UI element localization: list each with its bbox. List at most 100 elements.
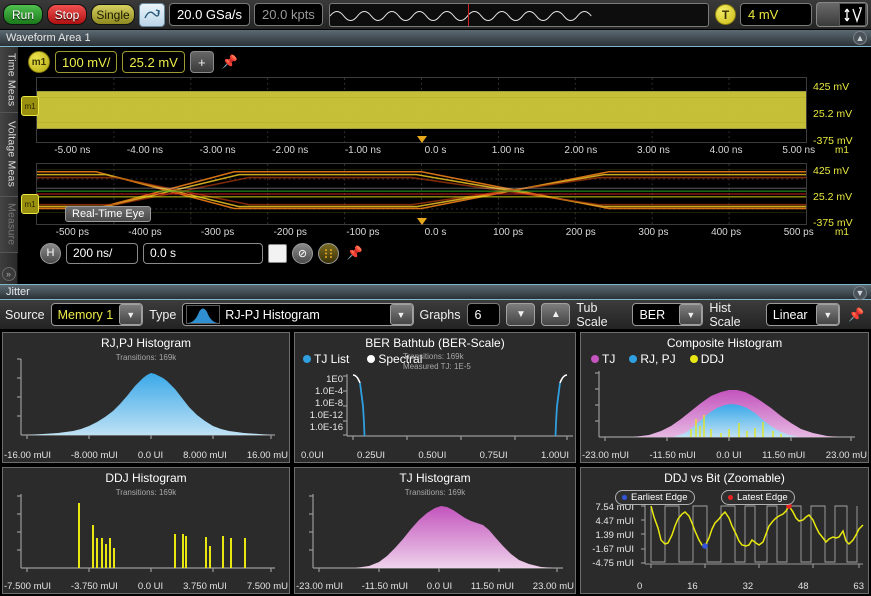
x-tick: 32 bbox=[742, 581, 754, 592]
chevron-down-icon[interactable]: ▼ bbox=[679, 304, 703, 325]
x-tick: 0 bbox=[637, 581, 643, 592]
waveform-main: m1 100 mV/ 25.2 mV + 📌 m1 425 mV 25.2 mV… bbox=[18, 47, 871, 284]
v-label-max: 425 mV bbox=[813, 165, 850, 177]
rjpj-histogram-plot[interactable] bbox=[3, 351, 290, 448]
tub-scale-select[interactable]: BER ▼ bbox=[632, 303, 704, 326]
eye-trigger-marker[interactable] bbox=[416, 218, 427, 225]
eye-ground-marker[interactable]: m1 bbox=[21, 194, 39, 214]
source-select[interactable]: Memory 1 ▼ bbox=[50, 303, 144, 326]
legend-item-ddj[interactable]: DDJ bbox=[689, 352, 724, 366]
source-value: Memory 1 bbox=[57, 307, 114, 322]
chevron-down-icon[interactable]: ▼ bbox=[389, 304, 413, 325]
card-ddj-histogram[interactable]: DDJ Histogram Transitions: 169k -7.500 m… bbox=[2, 467, 290, 594]
x-tick: -23.00 mUI bbox=[582, 450, 629, 461]
trigger-level-field[interactable]: 4 mV bbox=[740, 3, 812, 26]
single-button[interactable]: Single bbox=[91, 4, 135, 25]
no-zoom-icon[interactable]: ⊘ bbox=[292, 242, 313, 264]
ber-bathtub-plot[interactable] bbox=[343, 371, 576, 447]
waveform-body: Time Meas Voltage Meas Measure » m1 100 … bbox=[0, 47, 871, 284]
chevron-down-icon[interactable]: ▼ bbox=[119, 304, 143, 325]
x-tick: 23.00 mU bbox=[825, 450, 867, 461]
t-label: 4.00 ns bbox=[709, 144, 743, 156]
volts-per-div-field[interactable]: 100 mV/ bbox=[55, 51, 118, 73]
ddj-vs-bit-x-axis: 0 16 32 48 63 bbox=[581, 581, 868, 592]
earliest-edge-tooltip: Earliest Edge bbox=[615, 490, 695, 505]
autoscale-button[interactable] bbox=[816, 2, 868, 27]
tub-scale-label: Tub Scale bbox=[576, 300, 608, 329]
channel-ground-marker[interactable]: m1 bbox=[21, 96, 39, 116]
y-tick: 1.39 mUI bbox=[595, 530, 634, 541]
top-plot-v-axis: 425 mV 25.2 mV -375 mV bbox=[809, 81, 871, 147]
earliest-edge-dot-icon bbox=[622, 495, 627, 500]
sidebar-tab-voltage-meas[interactable]: Voltage Meas bbox=[0, 113, 18, 197]
x-tick: -8.000 mUI bbox=[70, 450, 118, 461]
x-tick: -11.50 mUI bbox=[361, 581, 409, 592]
x-tick: -23.00 mUI bbox=[296, 581, 343, 592]
jitter-panel-header[interactable]: Jitter ▼ bbox=[0, 284, 871, 300]
acquire-waveform-icon[interactable] bbox=[139, 2, 165, 27]
graphs-decrement-button[interactable]: ▼ bbox=[506, 303, 536, 326]
time-per-div-field[interactable]: 200 ns/ bbox=[66, 242, 138, 264]
sample-rate-field[interactable]: 20.0 GSa/s bbox=[169, 3, 251, 26]
real-time-eye-plot[interactable]: m1 Real-Time Eye bbox=[21, 163, 807, 225]
t-label: 400 ps bbox=[711, 226, 742, 238]
autoscale-icon bbox=[839, 3, 866, 26]
tj-histogram-plot[interactable] bbox=[295, 486, 576, 581]
x-tick: -7.500 mUI bbox=[4, 581, 51, 592]
legend-dot-icon bbox=[629, 354, 638, 363]
y-tick: 1.0E-4 bbox=[315, 386, 343, 397]
chevron-down-icon[interactable]: ▼ bbox=[816, 304, 840, 325]
ddj-histogram-plot[interactable] bbox=[3, 486, 290, 581]
pin-icon[interactable]: 📌 bbox=[219, 51, 241, 73]
timebase-pin-icon[interactable]: 📌 bbox=[344, 242, 366, 264]
trigger-badge[interactable]: T bbox=[715, 4, 736, 25]
t-label: -4.00 ns bbox=[126, 144, 164, 156]
jitter-pin-icon[interactable]: 📌 bbox=[846, 304, 866, 326]
horizontal-delay-field[interactable]: 0.0 s bbox=[143, 242, 263, 264]
chevron-down-icon[interactable]: ▼ bbox=[853, 286, 867, 300]
legend-item-tj[interactable]: TJ bbox=[591, 352, 615, 366]
x-tick: 48 bbox=[797, 581, 809, 592]
stop-button[interactable]: Stop bbox=[47, 4, 87, 25]
type-label: Type bbox=[149, 307, 177, 322]
chevron-up-icon[interactable]: ▲ bbox=[853, 31, 867, 45]
sidebar-expand-icon[interactable]: » bbox=[1, 267, 16, 281]
type-select[interactable]: RJ-PJ Histogram ▼ bbox=[182, 303, 414, 326]
top-waveform-plot[interactable]: m1 bbox=[21, 77, 807, 143]
segmented-memory-icon[interactable] bbox=[318, 242, 339, 264]
v-label-mid: 25.2 mV bbox=[813, 191, 853, 203]
memory-depth-field[interactable]: 20.0 kpts bbox=[254, 3, 323, 26]
add-channel-button[interactable]: + bbox=[189, 51, 214, 73]
jitter-panel-title: Jitter bbox=[6, 286, 30, 298]
white-square-icon[interactable] bbox=[268, 243, 287, 263]
v-label-mid: 25.2 mV bbox=[813, 108, 853, 120]
y-tick: -4.75 mUI bbox=[592, 558, 634, 569]
graphs-count-field[interactable]: 6 bbox=[466, 303, 501, 326]
card-composite-histogram[interactable]: Composite Histogram TJ RJ, PJ DDJ -23.00… bbox=[580, 332, 869, 463]
hist-scale-select[interactable]: Linear ▼ bbox=[765, 303, 841, 326]
legend-dot-icon bbox=[591, 354, 599, 363]
ber-bathtub-title: BER Bathtub (BER-Scale) bbox=[365, 336, 505, 350]
graphs-increment-button[interactable]: ▲ bbox=[541, 303, 571, 326]
channel-badge-m1[interactable]: m1 bbox=[28, 51, 50, 73]
y-tick: 1.0E-12 bbox=[309, 410, 343, 421]
sidebar-tab-time-meas[interactable]: Time Meas bbox=[0, 47, 18, 113]
card-tj-histogram[interactable]: TJ Histogram Transitions: 169k -23.00 mU… bbox=[294, 467, 576, 594]
ddj-vs-bit-plot[interactable] bbox=[635, 498, 869, 584]
legend-item-rjpj[interactable]: RJ, PJ bbox=[629, 352, 676, 366]
waveform-overview[interactable] bbox=[328, 2, 709, 27]
card-ber-bathtub[interactable]: BER Bathtub (BER-Scale) TJ List Spectral… bbox=[294, 332, 576, 463]
x-tick: 16.00 mU bbox=[246, 450, 288, 461]
run-button[interactable]: Run bbox=[3, 4, 43, 25]
waveform-area-header[interactable]: Waveform Area 1 ▲ bbox=[0, 30, 871, 47]
trigger-position-marker[interactable] bbox=[416, 136, 427, 143]
card-rjpj-histogram[interactable]: RJ,PJ Histogram Transitions: 169k -16.00… bbox=[2, 332, 290, 463]
horizontal-badge[interactable]: H bbox=[40, 242, 61, 264]
t-label: -500 ps bbox=[55, 226, 89, 238]
card-ddj-vs-bit[interactable]: DDJ vs Bit (Zoomable) Earliest Edge Late… bbox=[580, 467, 869, 594]
channel-offset-field[interactable]: 25.2 mV bbox=[122, 51, 185, 73]
ber-measured-tj-label: Measured TJ: 1E-5 bbox=[403, 362, 471, 371]
composite-histogram-plot[interactable] bbox=[581, 367, 869, 449]
sidebar-tab-measure[interactable]: Measure bbox=[0, 197, 18, 253]
composite-histogram-title: Composite Histogram bbox=[666, 336, 783, 350]
